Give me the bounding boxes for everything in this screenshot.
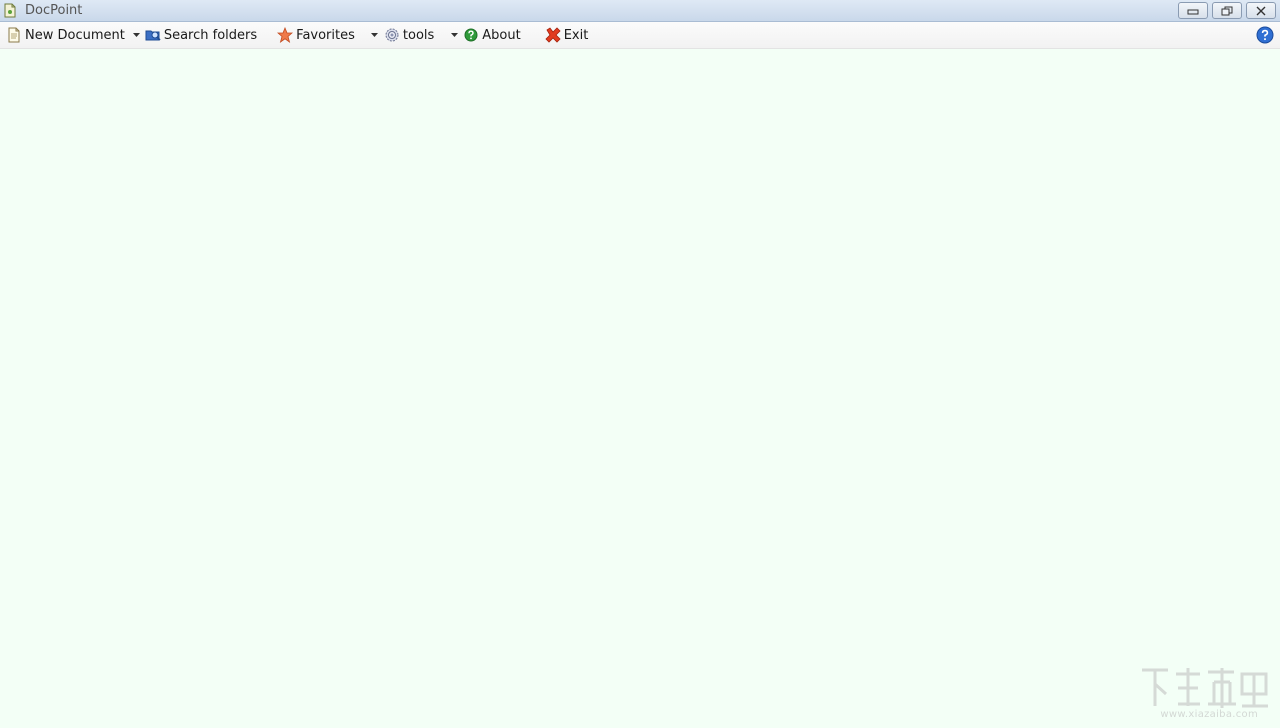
tools-button[interactable]: tools bbox=[382, 24, 436, 46]
chevron-down-icon bbox=[449, 30, 459, 40]
restore-button[interactable] bbox=[1212, 2, 1242, 19]
main-toolbar: New Document Search folders Favorites to… bbox=[0, 22, 1280, 49]
minimize-icon bbox=[1187, 9, 1199, 14]
exit-x-icon bbox=[545, 27, 561, 43]
document-app-icon bbox=[4, 3, 16, 18]
workspace-area bbox=[0, 50, 1280, 728]
watermark-url: www.xiazaiba.com bbox=[1160, 709, 1258, 720]
close-icon bbox=[1256, 6, 1266, 15]
favorites-dropdown[interactable] bbox=[367, 24, 380, 46]
about-button[interactable]: About bbox=[461, 24, 522, 46]
new-document-dropdown[interactable] bbox=[129, 24, 142, 46]
tools-label: tools bbox=[402, 27, 435, 43]
minimize-button[interactable] bbox=[1178, 2, 1208, 19]
chevron-down-icon bbox=[132, 30, 142, 40]
search-folders-button[interactable]: Search folders bbox=[143, 24, 259, 46]
window-controls bbox=[1178, 2, 1276, 19]
chevron-down-icon bbox=[370, 30, 380, 40]
restore-icon bbox=[1221, 6, 1233, 15]
favorites-label: Favorites bbox=[296, 27, 355, 43]
search-folders-label: Search folders bbox=[163, 27, 258, 43]
help-button[interactable] bbox=[1256, 26, 1274, 44]
watermark-logo: www.xiazaiba.com bbox=[1138, 664, 1270, 722]
new-document-icon bbox=[6, 27, 22, 43]
new-document-label: New Document bbox=[25, 27, 125, 43]
star-icon bbox=[277, 27, 294, 43]
search-folders-icon bbox=[145, 27, 161, 43]
exit-button[interactable]: Exit bbox=[543, 24, 591, 46]
title-bar: DocPoint bbox=[0, 0, 1280, 22]
window-title: DocPoint bbox=[25, 3, 83, 18]
about-label: About bbox=[482, 27, 521, 43]
tools-dropdown[interactable] bbox=[446, 24, 459, 46]
help-icon bbox=[1256, 26, 1274, 44]
exit-label: Exit bbox=[563, 27, 589, 43]
gear-icon bbox=[384, 27, 400, 43]
new-document-button[interactable]: New Document bbox=[4, 24, 127, 46]
about-icon bbox=[463, 27, 479, 43]
favorites-button[interactable]: Favorites bbox=[275, 24, 357, 46]
close-button[interactable] bbox=[1246, 2, 1276, 19]
